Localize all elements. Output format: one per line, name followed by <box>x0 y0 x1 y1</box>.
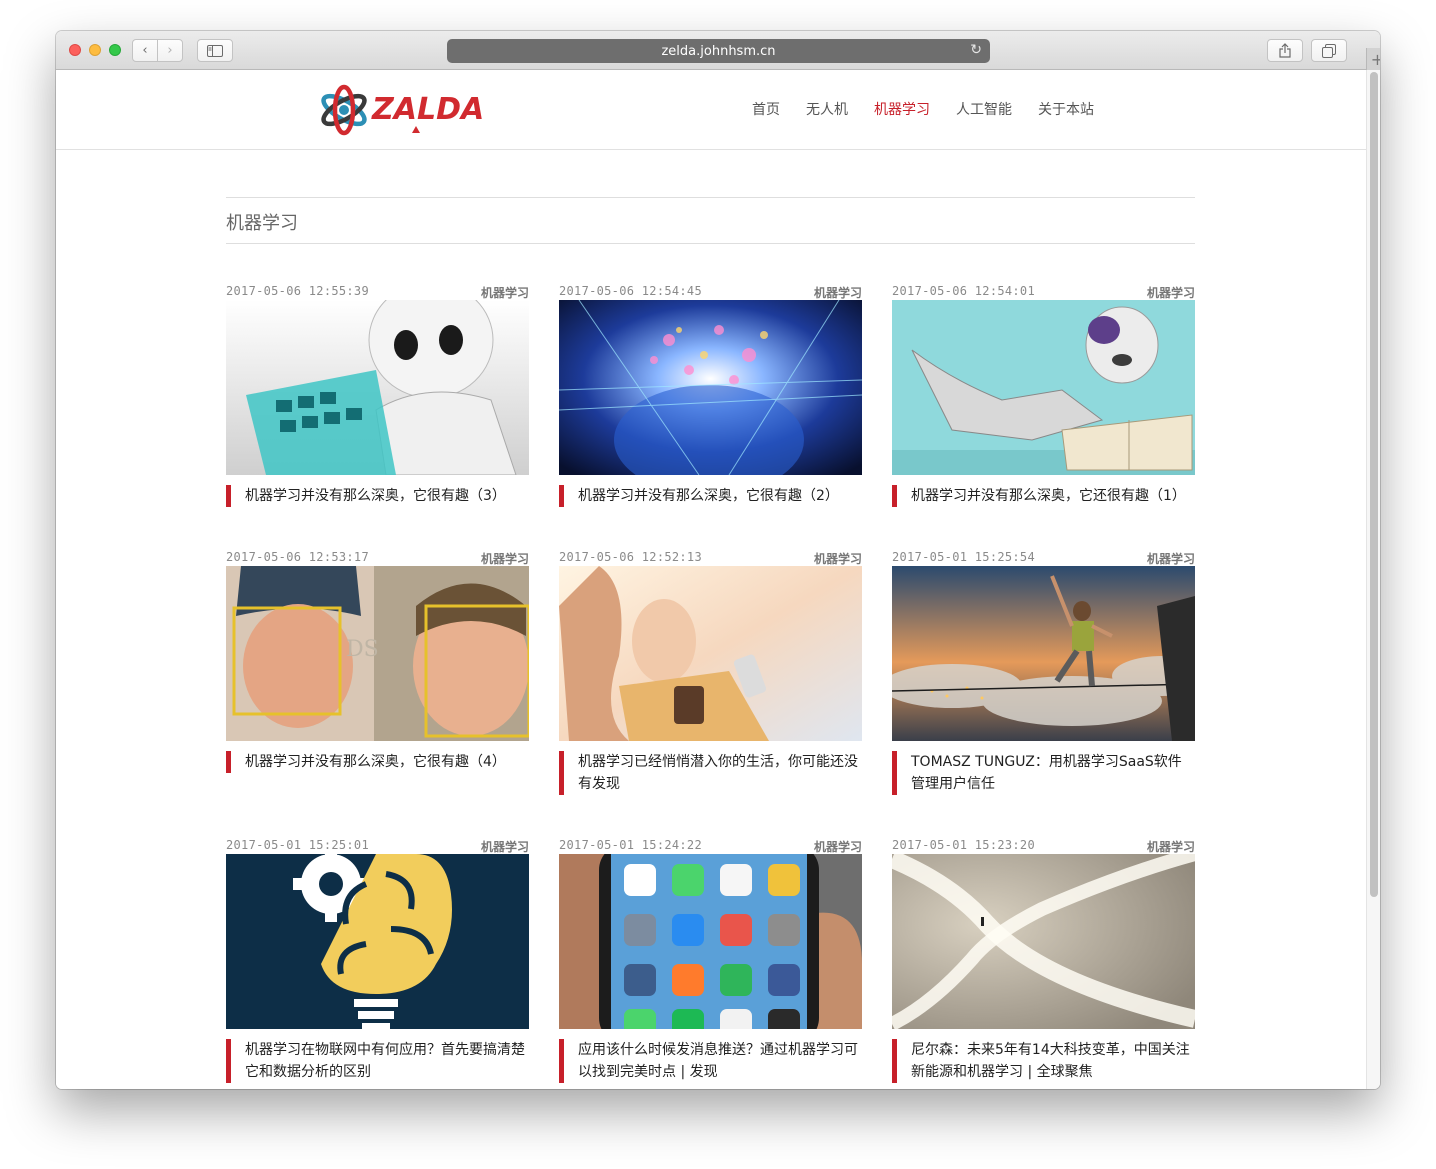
plus-icon: + <box>1370 49 1380 69</box>
post-card[interactable]: 2017-05-01 15:25:01 机器学习 机器学习在物联网中有何应用？首先… <box>226 838 529 1083</box>
post-thumbnail[interactable] <box>559 566 862 741</box>
nav-machine-learning[interactable]: 机器学习 <box>874 99 930 119</box>
post-card[interactable]: 2017-05-06 12:55:39 机器学习 机器学习并没有那么深奥，它很有趣… <box>226 284 529 507</box>
post-date: 2017-05-06 12:53:17 <box>226 550 369 564</box>
scrollbar-thumb[interactable] <box>1370 72 1378 897</box>
share-icon <box>1279 43 1291 58</box>
post-title[interactable]: 应用该什么时候发消息推送？通过机器学习可以找到完美时点 | 发现 <box>559 1039 862 1083</box>
nav-home[interactable]: 首页 <box>752 99 780 119</box>
reload-icon[interactable]: ↻ <box>970 42 982 58</box>
post-title[interactable]: 机器学习并没有那么深奥，它很有趣（2） <box>559 485 862 507</box>
page-viewport[interactable]: ZALDA 首页 无人机 机器学习 人工智能 关于本站 机器学习 2017-05… <box>56 70 1366 1089</box>
post-card[interactable]: 2017-05-06 12:54:01 机器学习 机器学习并没有那么深奥，它还很有… <box>892 284 1195 507</box>
sidebar-toggle-button[interactable] <box>197 39 233 62</box>
post-card[interactable]: 2017-05-06 12:52:13 机器学习 机器学习已经悄悄潜入你的生活，你… <box>559 550 862 795</box>
post-category[interactable]: 机器学习 <box>1147 550 1195 567</box>
post-date: 2017-05-06 12:54:01 <box>892 284 1035 298</box>
post-category[interactable]: 机器学习 <box>814 550 862 567</box>
post-date: 2017-05-01 15:23:20 <box>892 838 1035 852</box>
show-tabs-button[interactable] <box>1311 39 1347 62</box>
post-date: 2017-05-06 12:55:39 <box>226 284 369 298</box>
post-thumbnail[interactable] <box>559 854 862 1029</box>
post-title[interactable]: 尼尔森：未来5年有14大科技变革，中国关注新能源和机器学习 | 全球聚焦 <box>892 1039 1195 1083</box>
browser-titlebar: ‹ › zelda.johnhsm.cn ↻ + <box>56 31 1380 70</box>
vertical-scrollbar[interactable] <box>1366 70 1380 1089</box>
post-category[interactable]: 机器学习 <box>814 838 862 855</box>
post-thumbnail[interactable]: DS <box>226 566 529 741</box>
post-category[interactable]: 机器学习 <box>1147 284 1195 301</box>
main-navigation: 首页 无人机 机器学习 人工智能 关于本站 <box>752 99 1120 119</box>
post-thumbnail[interactable] <box>892 854 1195 1029</box>
new-tab-button[interactable]: + <box>1366 48 1380 70</box>
nav-about[interactable]: 关于本站 <box>1038 99 1094 119</box>
site-header: ZALDA 首页 无人机 机器学习 人工智能 关于本站 <box>56 70 1366 150</box>
post-category[interactable]: 机器学习 <box>481 838 529 855</box>
post-card[interactable]: 2017-05-01 15:23:20 机器学习 尼尔森：未来5年有14大科技变革… <box>892 838 1195 1083</box>
chevron-right-icon: › <box>167 43 173 58</box>
sidebar-icon <box>207 44 223 57</box>
post-category[interactable]: 机器学习 <box>1147 838 1195 855</box>
nav-ai[interactable]: 人工智能 <box>956 99 1012 119</box>
post-card[interactable]: 2017-05-06 12:53:17 机器学习 DS 机器学习并没有那么深奥，它… <box>226 550 529 773</box>
post-card[interactable]: 2017-05-01 15:25:54 机器学习 TOMASZ TUNGUZ：用… <box>892 550 1195 795</box>
post-title[interactable]: 机器学习并没有那么深奥，它还很有趣（1） <box>892 485 1195 507</box>
post-title[interactable]: 机器学习在物联网中有何应用？首先要搞清楚它和数据分析的区别 <box>226 1039 529 1083</box>
share-button[interactable] <box>1267 39 1303 62</box>
post-thumbnail[interactable] <box>226 854 529 1029</box>
category-title: 机器学习 <box>226 213 298 234</box>
post-category[interactable]: 机器学习 <box>814 284 862 301</box>
address-url: zelda.johnhsm.cn <box>661 43 776 59</box>
site-logo[interactable]: ZALDA <box>318 82 484 138</box>
nav-drones[interactable]: 无人机 <box>806 99 848 119</box>
zoom-window-button[interactable] <box>109 44 121 56</box>
post-thumbnail[interactable] <box>892 566 1195 741</box>
back-button[interactable]: ‹ <box>132 39 158 62</box>
atom-logo-icon <box>321 84 367 136</box>
post-card[interactable]: 2017-05-01 15:24:22 机器学习 应用该什么时候发消息推送？通过… <box>559 838 862 1083</box>
category-header: 机器学习 <box>226 197 1195 244</box>
post-date: 2017-05-01 15:25:01 <box>226 838 369 852</box>
post-title[interactable]: 机器学习已经悄悄潜入你的生活，你可能还没有发现 <box>559 751 862 795</box>
post-thumbnail[interactable] <box>226 300 529 475</box>
browser-window: ‹ › zelda.johnhsm.cn ↻ + ZALDA 首页 无人机 机器… <box>56 31 1380 1089</box>
post-date: 2017-05-06 12:54:45 <box>559 284 702 298</box>
post-card[interactable]: 2017-05-06 12:54:45 机器学习 机器学习并没有那么深奥，它很有趣… <box>559 284 862 507</box>
minimize-window-button[interactable] <box>89 44 101 56</box>
post-date: 2017-05-01 15:24:22 <box>559 838 702 852</box>
address-bar[interactable]: zelda.johnhsm.cn ↻ <box>447 39 990 63</box>
tabs-icon <box>1322 43 1336 58</box>
svg-text:DS: DS <box>346 637 379 662</box>
logo-triangle <box>412 126 420 133</box>
post-title[interactable]: TOMASZ TUNGUZ：用机器学习SaaS软件管理用户信任 <box>892 751 1195 795</box>
post-date: 2017-05-06 12:52:13 <box>559 550 702 564</box>
post-category[interactable]: 机器学习 <box>481 284 529 301</box>
post-category[interactable]: 机器学习 <box>481 550 529 567</box>
post-thumbnail[interactable] <box>892 300 1195 475</box>
close-window-button[interactable] <box>69 44 81 56</box>
post-thumbnail[interactable] <box>559 300 862 475</box>
post-date: 2017-05-01 15:25:54 <box>892 550 1035 564</box>
logo-wordmark: ZALDA <box>372 92 485 127</box>
post-title[interactable]: 机器学习并没有那么深奥，它很有趣（4） <box>226 751 529 773</box>
forward-button[interactable]: › <box>157 39 183 62</box>
post-title[interactable]: 机器学习并没有那么深奥，它很有趣（3） <box>226 485 529 507</box>
chevron-left-icon: ‹ <box>142 43 148 58</box>
